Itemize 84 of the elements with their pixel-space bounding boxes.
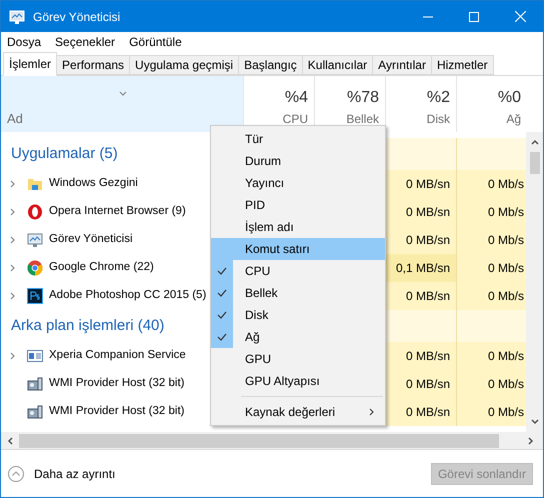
menu-item[interactable]: GPU: [211, 348, 385, 370]
tab[interactable]: Ayrıntılar: [372, 55, 432, 75]
table-cell: 0 Mb/s: [456, 170, 526, 198]
table-cell: 0 MB/sn: [385, 170, 456, 198]
window-title: Görev Yöneticisi: [33, 8, 120, 26]
menu-item[interactable]: Ağ: [211, 326, 385, 348]
menu-item[interactable]: Seçenekler: [55, 33, 116, 51]
process-name: WMI Provider Host (32 bit): [49, 376, 184, 392]
menu-item[interactable]: Bellek: [211, 282, 385, 304]
table-cell: [385, 138, 456, 170]
chevron-icon[interactable]: [9, 208, 17, 216]
checkmark-icon: [217, 311, 227, 319]
process-name: Adobe Photoshop CC 2015 (5): [49, 288, 206, 304]
table-cell: [385, 310, 456, 342]
app-logo-icon: [27, 288, 43, 304]
table-cell: 0 Mb/s: [456, 254, 526, 282]
fewer-details-link[interactable]: Daha az ayrıntı: [34, 464, 116, 482]
scrollbar-thumb[interactable]: [530, 152, 540, 174]
monitor-icon: [9, 8, 25, 24]
scroll-right-icon[interactable]: [527, 436, 535, 444]
column-header[interactable]: Ad: [1, 76, 243, 132]
table-cell: 0 MB/sn: [385, 342, 456, 370]
table-cell: 0 MB/sn: [385, 370, 456, 398]
collapse-icon[interactable]: [8, 466, 24, 482]
scroll-left-icon[interactable]: [6, 436, 14, 444]
horizontal-scrollbar[interactable]: [1, 432, 543, 449]
menu-item[interactable]: Kaynak değerleri: [211, 401, 385, 423]
menu-item[interactable]: İşlem adı: [211, 216, 385, 238]
column-header[interactable]: %0 Ağ: [456, 76, 527, 132]
menu-item[interactable]: CPU: [211, 260, 385, 282]
group-heading: Arka plan işlemleri (40): [11, 316, 164, 336]
menu-item[interactable]: Görüntüle: [129, 33, 182, 51]
table-cell: 0 Mb/s: [456, 370, 526, 398]
chevron-icon[interactable]: [119, 90, 127, 98]
menu-item[interactable]: Dosya: [7, 33, 42, 51]
close-icon: [514, 11, 526, 22]
process-name: Google Chrome (22): [49, 260, 154, 276]
checkmark-icon: [217, 267, 227, 275]
table-cell: [456, 138, 526, 170]
table-cell: 0 Mb/s: [456, 226, 526, 254]
tab[interactable]: Uygulama geçmişi: [129, 55, 240, 75]
tab[interactable]: Hizmetler: [430, 55, 494, 75]
o-logo-icon: [27, 204, 43, 220]
process-name: Xperia Companion Service: [49, 348, 186, 364]
tab[interactable]: Başlangıç: [238, 55, 303, 75]
folder-icon: [27, 176, 43, 192]
scroll-up-icon[interactable]: [530, 138, 538, 146]
window-icon: [27, 348, 43, 364]
process-name: WMI Provider Host (32 bit): [49, 404, 184, 420]
process-name: Windows Gezgini: [49, 176, 138, 192]
table-cell: 0 MB/sn: [385, 282, 456, 310]
scrollbar-thumb[interactable]: [19, 434, 499, 448]
process-name: Görev Yöneticisi: [49, 232, 133, 248]
table-cell: 0 MB/sn: [385, 398, 456, 426]
menu-item[interactable]: Durum: [211, 150, 385, 172]
menu-item[interactable]: PID: [211, 194, 385, 216]
checkmark-icon: [217, 289, 227, 297]
table-cell: 0 Mb/s: [456, 282, 526, 310]
table-cell: 0,1 MB/sn: [385, 254, 456, 282]
chevron-icon[interactable]: [9, 236, 17, 244]
scroll-down-icon[interactable]: [530, 418, 538, 426]
chevron-icon[interactable]: [9, 264, 17, 272]
table-cell: 0 Mb/s: [456, 398, 526, 426]
menu-item[interactable]: Yayıncı: [211, 172, 385, 194]
table-cell: 0 Mb/s: [456, 198, 526, 226]
chevron-icon[interactable]: [9, 352, 17, 360]
menu-item[interactable]: GPU Altyapısı: [211, 370, 385, 392]
process-name: Opera Internet Browser (9): [49, 204, 186, 220]
monitor-icon: [27, 232, 43, 248]
table-cell: 0 MB/sn: [385, 226, 456, 254]
checkmark-icon: [217, 333, 227, 341]
vertical-scrollbar[interactable]: [526, 132, 543, 432]
group-heading: Uygulamalar (5): [11, 144, 118, 164]
tab[interactable]: Performans: [56, 55, 130, 75]
chevron-icon[interactable]: [9, 292, 17, 300]
tab[interactable]: Kullanıcılar: [302, 55, 374, 75]
tab[interactable]: İşlemler: [3, 52, 58, 76]
maximize-icon: [469, 12, 479, 22]
menu-item[interactable]: Disk: [211, 304, 385, 326]
table-cell: 0 Mb/s: [456, 342, 526, 370]
chevron-icon[interactable]: [9, 180, 17, 188]
table-cell: [456, 310, 526, 342]
chrome-logo-icon: [27, 260, 43, 276]
table-cell: 0 MB/sn: [385, 198, 456, 226]
